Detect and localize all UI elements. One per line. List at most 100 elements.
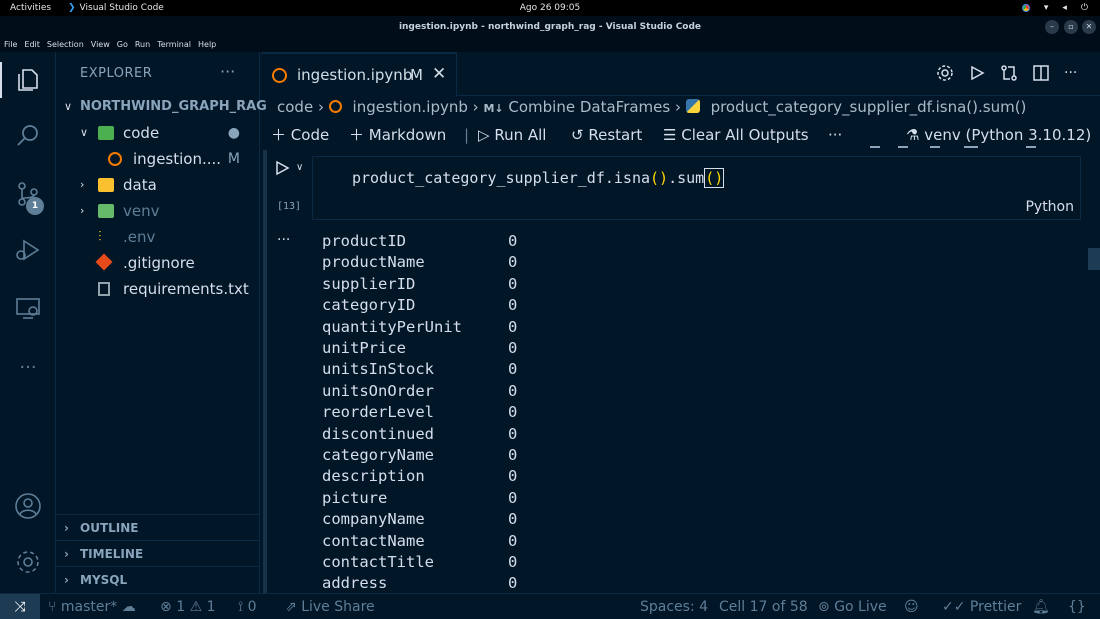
run-debug-icon[interactable] bbox=[14, 236, 42, 264]
minimize-button[interactable]: – bbox=[1045, 20, 1059, 34]
system-tray[interactable]: ▾ ◂ ⏻ bbox=[1021, 0, 1088, 16]
tree-root-folder[interactable]: ∨ NORTHWIND_GRAPH_RAG bbox=[56, 94, 267, 120]
restart-button[interactable]: ↺ Restart bbox=[571, 122, 642, 148]
tab-close-icon[interactable]: ✕ bbox=[432, 64, 446, 84]
wifi-icon[interactable]: ▾ bbox=[1044, 0, 1049, 16]
braces-icon[interactable]: {} bbox=[1068, 594, 1086, 619]
run-all-button[interactable]: ▷ Run All bbox=[478, 122, 546, 148]
code-line[interactable]: product_category_supplier_df.isna().sum(… bbox=[352, 168, 725, 188]
menu-selection[interactable]: Selection bbox=[47, 38, 84, 52]
split-editor-icon[interactable] bbox=[1032, 64, 1050, 82]
section-mysql[interactable]: › MYSQL bbox=[56, 566, 260, 592]
prettier-status[interactable]: ✓✓ Prettier bbox=[942, 594, 1021, 619]
restore-button[interactable]: ▫ bbox=[1064, 20, 1078, 34]
ports-count: 0 bbox=[247, 599, 257, 615]
app-menu[interactable]: ❯ Visual Studio Code bbox=[68, 0, 164, 16]
activities-button[interactable]: Activities bbox=[10, 0, 51, 16]
window-title: ingestion.ipynb - northwind_graph_rag - … bbox=[398, 22, 702, 32]
menu-go[interactable]: Go bbox=[117, 38, 128, 52]
code-paren: () bbox=[650, 169, 669, 187]
scrollbar-thumb[interactable] bbox=[1088, 248, 1100, 270]
go-live-button[interactable]: ⊚ Go Live bbox=[818, 594, 887, 619]
run-icon[interactable] bbox=[968, 64, 986, 82]
ports-status[interactable]: ⟟ 0 bbox=[238, 594, 257, 619]
error-icon: ⊗ bbox=[160, 599, 172, 615]
cell-language[interactable]: Python bbox=[1025, 199, 1074, 215]
tree-item-data[interactable]: › data bbox=[56, 172, 260, 198]
live-share-button[interactable]: ⇗ Live Share bbox=[285, 594, 375, 619]
jupyter-icon bbox=[328, 100, 342, 113]
run-cell-icon[interactable] bbox=[274, 160, 290, 176]
output-null-count: 0 bbox=[508, 553, 518, 571]
kernel-icon: ⚗ bbox=[906, 126, 920, 144]
tree-item-ingestion[interactable]: ingestion.... M bbox=[56, 146, 260, 172]
tree-item-venv[interactable]: › venv bbox=[56, 198, 260, 224]
plus-icon: ＋ bbox=[349, 126, 365, 144]
breadcrumb-cell[interactable]: product_category_supplier_df.isna().sum(… bbox=[711, 98, 1027, 116]
close-window-button[interactable]: ✕ bbox=[1082, 20, 1096, 34]
run-options-chevron-icon[interactable]: ∨ bbox=[296, 162, 303, 173]
menu-edit[interactable]: Edit bbox=[24, 38, 40, 52]
remote-indicator-icon[interactable]: ⤨ bbox=[0, 594, 40, 619]
compare-changes-icon[interactable] bbox=[1000, 64, 1018, 82]
breadcrumb-folder[interactable]: code bbox=[277, 98, 313, 116]
tree-label: code bbox=[123, 124, 160, 142]
toolbar-more-button[interactable]: ··· bbox=[828, 122, 842, 148]
menu-run[interactable]: Run bbox=[135, 38, 150, 52]
folder-icon bbox=[98, 178, 114, 192]
add-code-cell-button[interactable]: ＋ Code bbox=[271, 122, 329, 148]
menu-help[interactable]: Help bbox=[198, 38, 216, 52]
menu-view[interactable]: View bbox=[91, 38, 110, 52]
scrollbar-track[interactable] bbox=[263, 150, 267, 593]
gnome-top-bar: Activities ❯ Visual Studio Code Ago 26 0… bbox=[0, 0, 1100, 16]
tree-item-code[interactable]: ∨ code ● bbox=[56, 120, 260, 146]
search-icon[interactable] bbox=[14, 122, 42, 150]
explorer-icon[interactable] bbox=[14, 66, 42, 94]
clock[interactable]: Ago 26 09:05 bbox=[0, 0, 1100, 16]
cell-position-status[interactable]: Cell 17 of 58 bbox=[719, 594, 808, 619]
section-outline[interactable]: › OUTLINE bbox=[56, 514, 260, 540]
gear-icon[interactable] bbox=[936, 64, 954, 82]
copilot-icon[interactable]: ☺ bbox=[904, 594, 919, 619]
cell-action-icon[interactable] bbox=[898, 146, 908, 148]
indentation-status[interactable]: Spaces: 4 bbox=[640, 594, 708, 619]
cell-action-icon[interactable] bbox=[964, 146, 978, 148]
code-cell[interactable]: product_category_supplier_df.isna().sum(… bbox=[312, 156, 1081, 220]
menu-file[interactable]: File bbox=[4, 38, 17, 52]
output-null-count: 0 bbox=[508, 446, 518, 464]
delete-cell-icon[interactable] bbox=[1026, 146, 1036, 148]
clear-outputs-button[interactable]: ☰ Clear All Outputs bbox=[663, 122, 809, 148]
volume-icon[interactable]: ◂ bbox=[1062, 0, 1067, 16]
menu-terminal[interactable]: Terminal bbox=[157, 38, 191, 52]
output-column-name: description bbox=[322, 467, 425, 486]
tree-item-requirements[interactable]: requirements.txt bbox=[56, 276, 260, 302]
breadcrumb-file[interactable]: ingestion.ipynb bbox=[353, 98, 468, 116]
chrome-icon[interactable] bbox=[1021, 4, 1030, 12]
problems-status[interactable]: ⊗ 1 ⚠ 1 bbox=[160, 594, 216, 619]
output-more-button[interactable]: ··· bbox=[277, 232, 290, 248]
tree-item-gitignore[interactable]: .gitignore bbox=[56, 250, 260, 276]
chevron-down-icon: ∨ bbox=[64, 100, 73, 113]
section-timeline[interactable]: › TIMELINE bbox=[56, 540, 260, 566]
settings-gear-icon[interactable] bbox=[14, 548, 42, 576]
tab-ingestion[interactable]: ingestion.ipynb M ✕ bbox=[261, 52, 457, 96]
branch-status[interactable]: ⑂ master* ☁ bbox=[48, 594, 136, 619]
output-column-name: unitPrice bbox=[322, 339, 406, 357]
remote-explorer-icon[interactable] bbox=[14, 294, 42, 322]
breadcrumb-section[interactable]: Combine DataFrames bbox=[508, 98, 670, 116]
add-markdown-cell-button[interactable]: ＋ Markdown bbox=[349, 122, 446, 148]
explorer-more-button[interactable]: ··· bbox=[220, 62, 235, 81]
power-icon[interactable]: ⏻ bbox=[1081, 0, 1088, 16]
account-icon[interactable] bbox=[14, 492, 42, 520]
notifications-bell-icon[interactable]: 🔔︎ bbox=[1032, 594, 1050, 619]
cell-toolbar bbox=[860, 144, 1060, 156]
tab-modified-badge: M bbox=[410, 66, 423, 84]
tree-label: .env bbox=[123, 228, 156, 246]
cell-action-icon[interactable] bbox=[930, 146, 940, 148]
git-modified-dot: ● bbox=[227, 125, 240, 141]
more-actions-icon[interactable]: ··· bbox=[1064, 64, 1082, 82]
cell-action-icon[interactable] bbox=[870, 146, 880, 148]
tree-item-env[interactable]: ⫶ .env bbox=[56, 224, 260, 250]
more-views-icon[interactable]: ··· bbox=[14, 354, 42, 382]
error-count: 1 bbox=[176, 599, 186, 615]
